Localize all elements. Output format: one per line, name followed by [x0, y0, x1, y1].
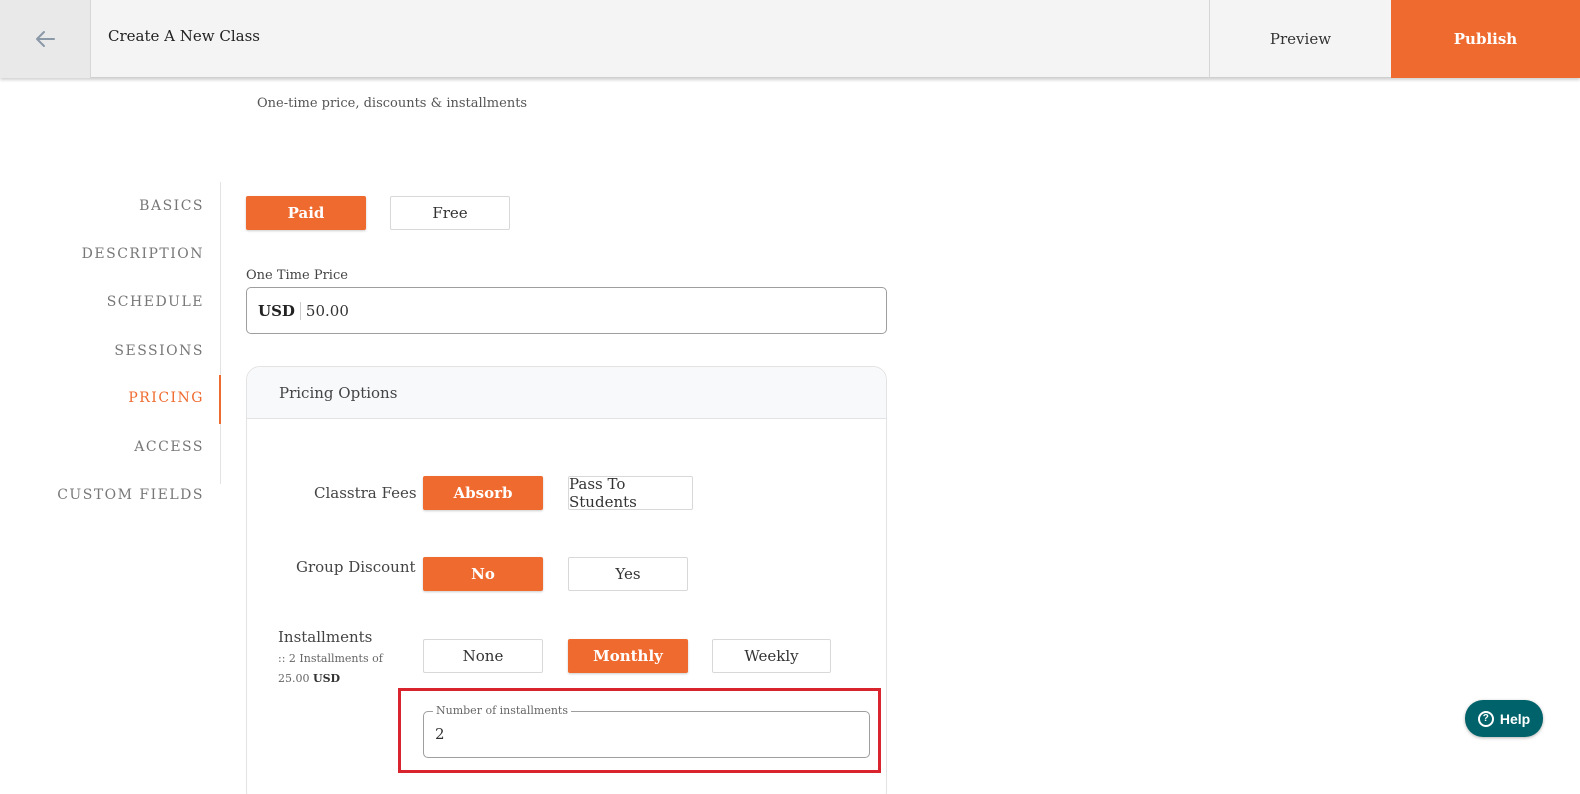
sidebar-item-schedule[interactable]: SCHEDULE	[107, 294, 204, 310]
sidebar-nav: BASICS DESCRIPTION SCHEDULE SESSIONS PRI…	[0, 182, 221, 503]
free-button[interactable]: Free	[390, 196, 510, 230]
help-button[interactable]: ? Help	[1465, 700, 1543, 737]
preview-button[interactable]: Preview	[1209, 0, 1391, 78]
number-of-installments-label: Number of installments	[433, 704, 571, 717]
sidebar-item-custom-fields[interactable]: CUSTOM FIELDS	[57, 487, 204, 503]
pricing-options-title: Pricing Options	[279, 384, 398, 402]
price-value: 50.00	[305, 301, 349, 320]
pass-to-students-button[interactable]: Pass To Students	[568, 475, 693, 511]
number-of-installments-input[interactable]	[423, 711, 870, 758]
group-discount-no-button[interactable]: No	[423, 557, 543, 591]
back-button[interactable]	[0, 0, 91, 78]
pricing-options-header: Pricing Options	[247, 367, 886, 419]
number-of-installments-value: 2	[435, 725, 445, 743]
sidebar-item-pricing[interactable]: PRICING	[128, 390, 204, 406]
installments-none-button[interactable]: None	[423, 639, 543, 673]
installments-summary: :: 2 Installments of 25.00 USD	[278, 649, 383, 689]
installments-summary-prefix: :: 2 Installments of	[278, 652, 383, 665]
group-discount-yes-button[interactable]: Yes	[568, 557, 688, 591]
arrow-left-icon	[36, 31, 55, 47]
one-time-price-input[interactable]: USD 50.00	[246, 287, 887, 334]
sidebar-item-basics[interactable]: BASICS	[139, 198, 204, 214]
classtra-fees-label: Classtra Fees	[314, 484, 417, 502]
installments-summary-currency: USD	[313, 672, 341, 685]
installments-monthly-button[interactable]: Monthly	[568, 639, 688, 673]
absorb-button[interactable]: Absorb	[423, 476, 543, 510]
publish-button[interactable]: Publish	[1391, 0, 1580, 78]
question-circle-icon: ?	[1477, 710, 1494, 727]
paid-button[interactable]: Paid	[246, 196, 366, 230]
help-label: Help	[1499, 710, 1531, 727]
sidebar-active-indicator	[219, 375, 221, 424]
top-bar: Create A New Class Preview Publish	[0, 0, 1580, 78]
sidebar-item-description[interactable]: DESCRIPTION	[82, 246, 204, 262]
installments-label: Installments	[278, 628, 373, 646]
page-title: Create A New Class	[108, 27, 260, 45]
installments-weekly-button[interactable]: Weekly	[712, 639, 831, 673]
section-subtitle: One-time price, discounts & installments	[257, 96, 528, 111]
currency-prefix: USD	[258, 301, 301, 320]
group-discount-label: Group Discount	[296, 558, 416, 576]
sidebar-item-sessions[interactable]: SESSIONS	[114, 343, 204, 359]
one-time-price-label: One Time Price	[246, 268, 348, 283]
sidebar-item-access[interactable]: ACCESS	[134, 439, 204, 455]
installments-summary-amount: 25.00	[278, 672, 310, 685]
